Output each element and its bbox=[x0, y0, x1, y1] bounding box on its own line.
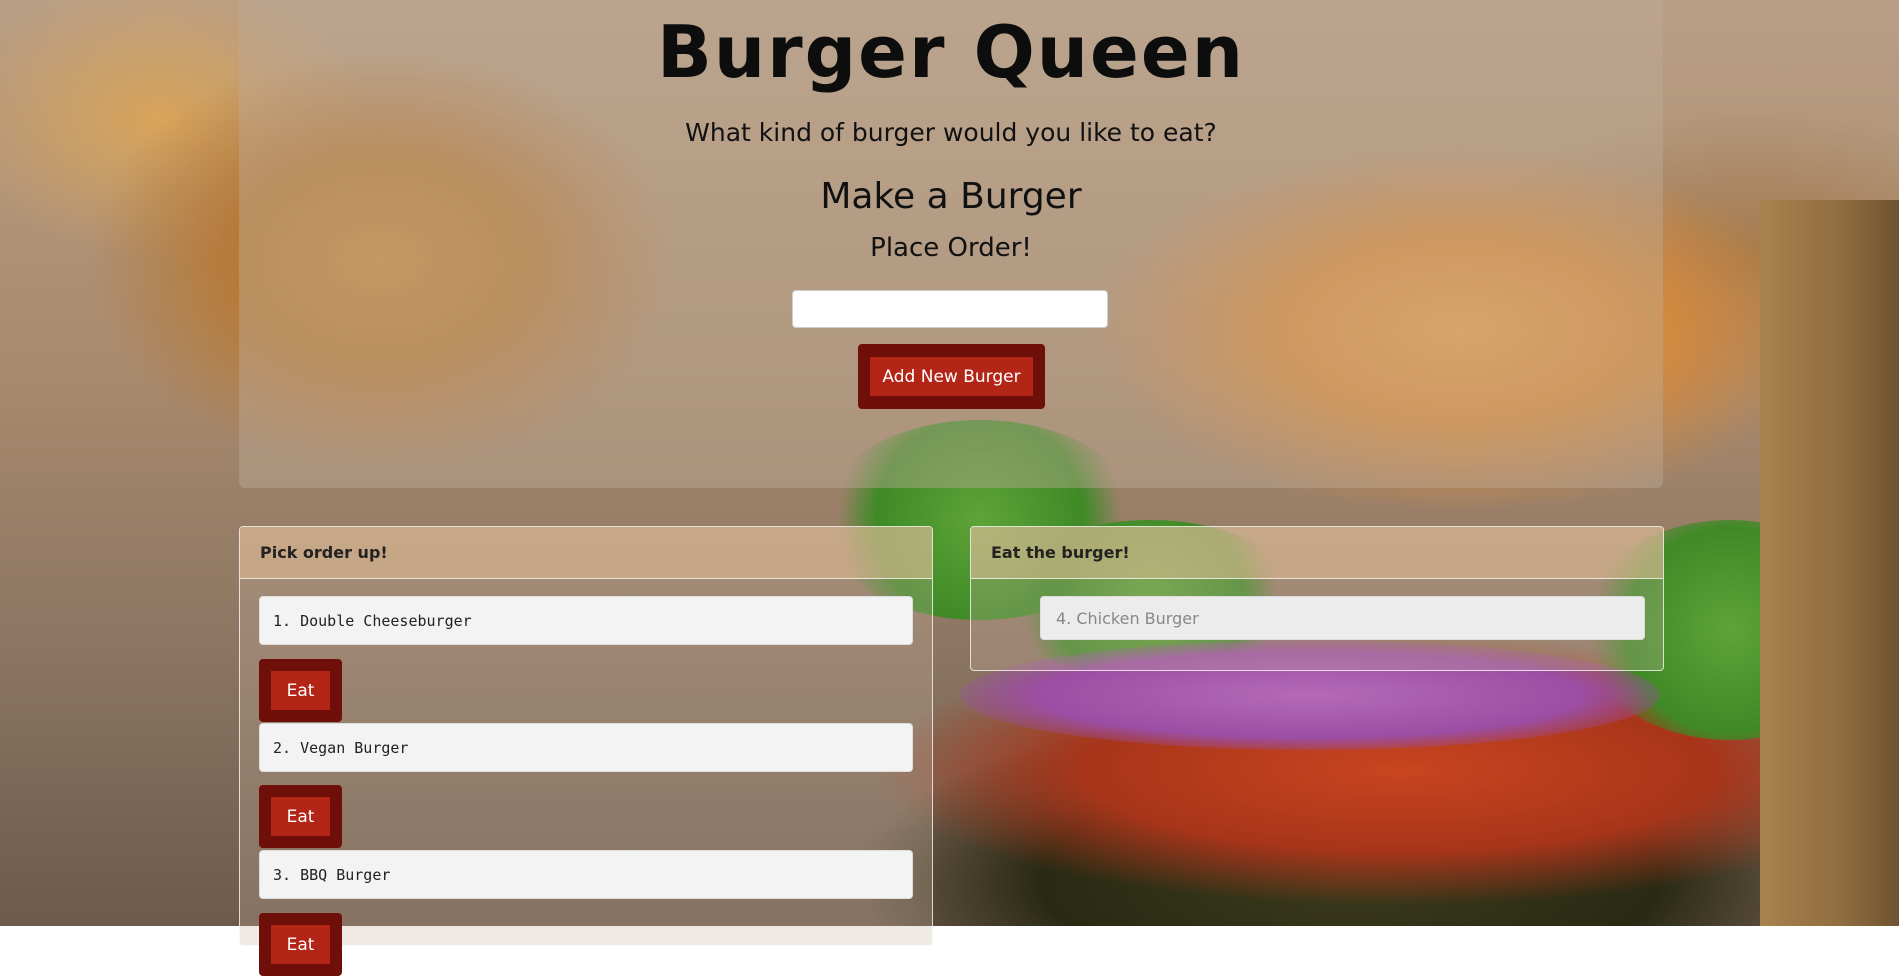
devoured-burger-item: 4. Chicken Burger bbox=[1040, 596, 1645, 640]
eat-the-burger-panel: Eat the burger! 4. Chicken Burger bbox=[970, 526, 1664, 671]
pick-order-up-panel: Pick order up! 1. Double Cheeseburger Ea… bbox=[239, 526, 933, 976]
burger-list-item: 2. Vegan Burger bbox=[259, 723, 913, 772]
eat-button-label: Eat bbox=[271, 797, 330, 836]
eat-the-burger-header: Eat the burger! bbox=[971, 527, 1663, 579]
eat-button[interactable]: Eat bbox=[259, 913, 342, 976]
eat-button-label: Eat bbox=[271, 925, 330, 964]
place-order-label: Place Order! bbox=[870, 233, 1032, 263]
burger-name-input[interactable] bbox=[792, 290, 1108, 328]
add-new-burger-button[interactable]: Add New Burger bbox=[858, 344, 1045, 409]
background-wrapper-paper bbox=[1760, 200, 1899, 926]
eat-button[interactable]: Eat bbox=[259, 785, 342, 848]
eat-button-label: Eat bbox=[271, 671, 330, 710]
burger-list-item: 1. Double Cheeseburger bbox=[259, 596, 913, 645]
eat-button[interactable]: Eat bbox=[259, 659, 342, 722]
page-subtitle: What kind of burger would you like to ea… bbox=[685, 118, 1217, 147]
pick-order-up-header: Pick order up! bbox=[240, 527, 932, 579]
order-jumbotron: Burger Queen What kind of burger would y… bbox=[239, 0, 1663, 488]
page-title: Burger Queen bbox=[657, 10, 1245, 94]
make-burger-heading: Make a Burger bbox=[820, 176, 1082, 217]
burger-list-item: 3. BBQ Burger bbox=[259, 850, 913, 899]
add-new-burger-label: Add New Burger bbox=[870, 357, 1033, 396]
